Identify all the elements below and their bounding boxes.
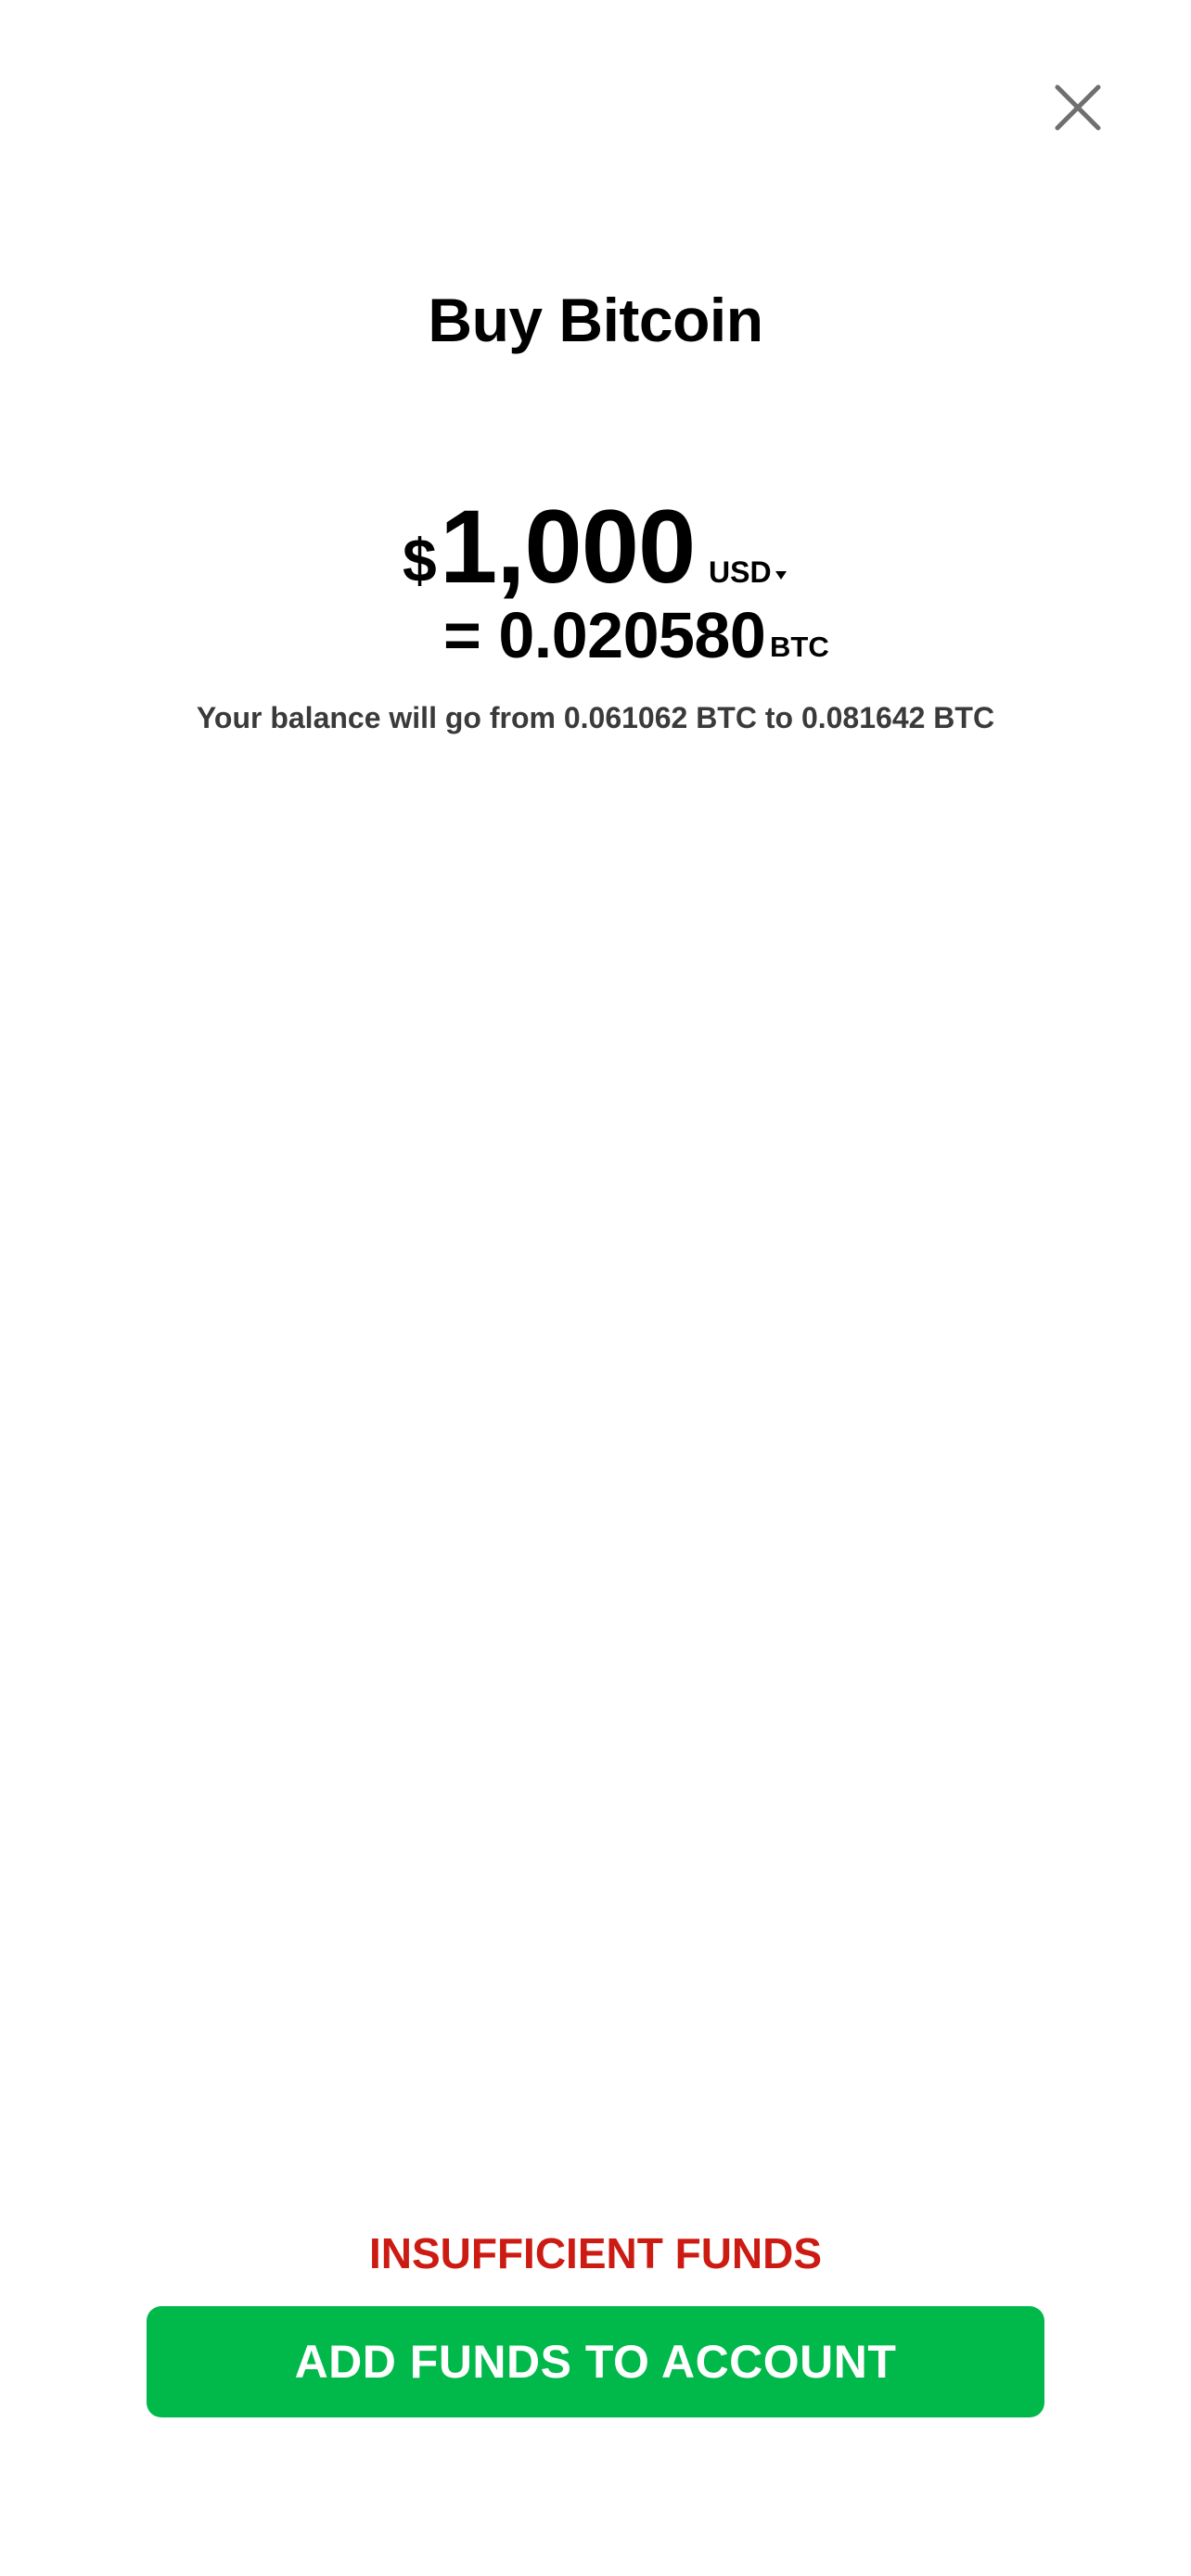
chevron-down-icon [775, 570, 787, 580]
btc-amount: = 0.020580 [443, 599, 766, 671]
balance-change-note: Your balance will go from 0.061062 BTC t… [196, 701, 995, 734]
amount-display: $ 1,000 USD [0, 491, 1191, 603]
page-title: Buy Bitcoin [428, 286, 763, 354]
currency-symbol: $ [403, 526, 437, 594]
btc-unit: BTC [770, 631, 829, 663]
amount-value[interactable]: 1,000 [440, 491, 696, 603]
add-funds-button[interactable]: ADD FUNDS TO ACCOUNT [147, 2306, 1044, 2417]
currency-code: USD [709, 555, 772, 589]
insufficient-funds-warning: INSUFFICIENT FUNDS [368, 2229, 823, 2277]
conversion-display: = 0.020580 BTC [0, 593, 1191, 677]
close-button[interactable] [1041, 70, 1115, 145]
close-icon [1041, 70, 1115, 145]
add-funds-label: ADD FUNDS TO ACCOUNT [294, 2336, 897, 2388]
currency-selector[interactable]: USD [709, 549, 787, 595]
